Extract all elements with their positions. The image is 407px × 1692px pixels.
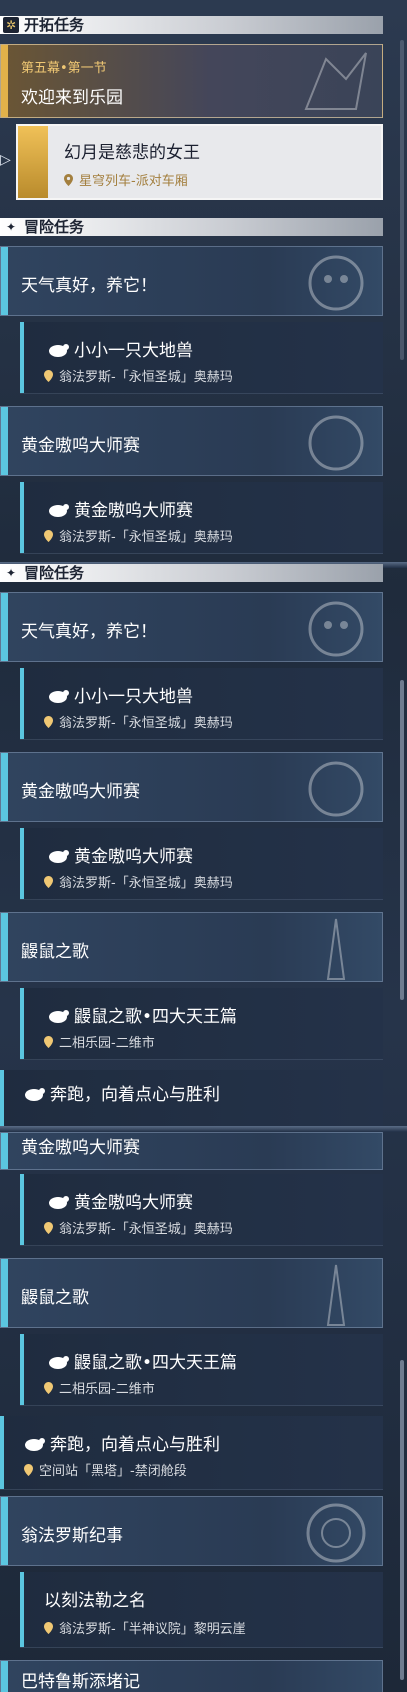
- subquest-location: 翁法罗斯-「永恒圣城」奥赫玛: [44, 366, 233, 385]
- subquest-location: 翁法罗斯-「永恒圣城」奥赫玛: [44, 1218, 233, 1237]
- location-pin-icon: [44, 1036, 53, 1048]
- bird-quest-icon: [49, 504, 69, 517]
- diamond-star-icon: ✦: [5, 220, 17, 234]
- subquest-location: 翁法罗斯-「永恒圣城」奥赫玛: [44, 872, 233, 891]
- location-pin-icon: [44, 876, 53, 888]
- quest-card-mole-song[interactable]: 鼹鼠之歌: [0, 1258, 383, 1328]
- subquest-mole-song[interactable]: 鼹鼠之歌•四大天王篇 二相乐园-二维市: [20, 988, 383, 1060]
- bird-quest-icon: [49, 1196, 69, 1209]
- subquest-title: 小小一只大地兽: [48, 336, 193, 361]
- location-pin-icon: [44, 1622, 53, 1634]
- subquest-title: 鼹鼠之歌•四大天王篇: [48, 1348, 237, 1373]
- subquest-location: 空间站「黑塔」-禁闭舱段: [24, 1460, 187, 1479]
- subquest-run-snacks[interactable]: 奔跑，向着点心与胜利: [0, 1070, 383, 1128]
- quest-card-partial[interactable]: 巴特鲁斯添堵记: [0, 1660, 383, 1692]
- bird-quest-icon: [25, 1088, 45, 1101]
- location-pin-icon: [44, 716, 53, 728]
- quest-card-amphoreus-chronicle[interactable]: 翁法罗斯纪事: [0, 1496, 383, 1566]
- scrollbar[interactable]: [400, 1360, 404, 1680]
- mascot-emblem-icon: [308, 255, 364, 311]
- quest-title: 黄金嗷呜大师赛: [21, 782, 140, 802]
- tower-emblem-icon: [326, 1264, 346, 1326]
- quest-title: 鼹鼠之歌: [21, 942, 89, 962]
- quest-title: 鼹鼠之歌: [21, 1288, 89, 1308]
- subquest-earth-beast[interactable]: 小小一只大地兽 翁法罗斯-「永恒圣城」奥赫玛: [20, 322, 383, 394]
- quest-title: 巴特鲁斯添堵记: [21, 1672, 140, 1692]
- quest-title: 黄金嗷呜大师赛: [21, 436, 140, 456]
- quest-title: 天气真好，养它！: [21, 276, 157, 296]
- adventure-section-header: ✦ 冒险任务: [0, 564, 383, 582]
- trailblaze-section-header: ✲ 开拓任务: [0, 16, 383, 34]
- subquest-location: 二相乐园-二维市: [44, 1378, 155, 1397]
- bird-quest-icon: [49, 1356, 69, 1369]
- subquest-location: 二相乐园-二维市: [44, 1032, 155, 1051]
- subquest-title: 黄金嗷呜大师赛: [48, 842, 193, 867]
- mascot-emblem-icon: [308, 601, 364, 657]
- quest-title: 翁法罗斯纪事: [21, 1526, 123, 1546]
- gold-badge-icon: [18, 126, 48, 198]
- quest-title: 黄金嗷呜大师赛: [21, 1138, 140, 1158]
- subquest-title: 黄金嗷呜大师赛: [48, 1188, 193, 1213]
- location-pin-icon: [64, 174, 73, 186]
- quest-card-mole-song[interactable]: 鼹鼠之歌: [0, 912, 383, 982]
- chapter-label: 第五幕•第一节: [21, 61, 107, 76]
- sun-emblem-icon: ✲: [3, 17, 19, 33]
- subquest-run-snacks[interactable]: 奔跑，向着点心与胜利 空间站「黑塔」-禁闭舱段: [0, 1416, 383, 1490]
- quest-card-golden-awoo-partial[interactable]: 黄金嗷呜大师赛: [0, 1132, 383, 1170]
- quest-title: 天气真好，养它！: [21, 622, 157, 642]
- quest-card-golden-awoo[interactable]: 黄金嗷呜大师赛: [0, 752, 383, 822]
- chapter-title: 欢迎来到乐园: [21, 88, 123, 108]
- scrollbar[interactable]: [400, 680, 404, 1000]
- diamond-star-icon: ✦: [5, 566, 17, 580]
- quest-card-weather[interactable]: 天气真好，养它！: [0, 592, 383, 662]
- tower-emblem-icon: [326, 918, 346, 980]
- round-emblem-icon: [306, 1503, 366, 1563]
- mech-emblem-icon: [304, 52, 367, 110]
- location-pin-icon: [44, 1382, 53, 1394]
- subquest-mole-song[interactable]: 鼹鼠之歌•四大天王篇 二相乐园-二维市: [20, 1334, 383, 1406]
- subquest-title: 奔跑，向着点心与胜利: [24, 1430, 220, 1455]
- location-pin-icon: [24, 1464, 33, 1476]
- location-pin-icon: [44, 530, 53, 542]
- scrollbar[interactable]: [400, 40, 404, 360]
- subquest-title: 小小一只大地兽: [48, 682, 193, 707]
- subquest-location: 翁法罗斯-「永恒圣城」奥赫玛: [44, 712, 233, 731]
- subquest-location: 翁法罗斯-「半神议院」黎明云崖: [44, 1618, 246, 1637]
- subquest-title: 以刻法勒之名: [44, 1591, 146, 1611]
- subquest-earth-beast[interactable]: 小小一只大地兽 翁法罗斯-「永恒圣城」奥赫玛: [20, 668, 383, 740]
- subquest-golden-awoo[interactable]: 黄金嗷呜大师赛 翁法罗斯-「永恒圣城」奥赫玛: [20, 482, 383, 554]
- quest-card-weather[interactable]: 天气真好，养它！: [0, 246, 383, 316]
- selected-trailblaze-subquest[interactable]: 幻月是慈悲的女王 星穹列车-派对车厢: [16, 124, 383, 200]
- subquest-title: 黄金嗷呜大师赛: [48, 496, 193, 521]
- mascot-emblem-icon: [308, 415, 364, 471]
- bird-quest-icon: [49, 1010, 69, 1023]
- bird-quest-icon: [49, 850, 69, 863]
- adventure-section-header: ✦ 冒险任务: [0, 218, 383, 236]
- bird-quest-icon: [49, 344, 69, 357]
- subquest-title: 幻月是慈悲的女王: [64, 143, 200, 163]
- subquest-title: 奔跑，向着点心与胜利: [24, 1080, 220, 1105]
- subquest-golden-awoo[interactable]: 黄金嗷呜大师赛 翁法罗斯-「永恒圣城」奥赫玛: [20, 828, 383, 900]
- trailblaze-quest-card[interactable]: 第五幕•第一节 欢迎来到乐园: [0, 44, 383, 118]
- subquest-location: 星穹列车-派对车厢: [64, 170, 188, 189]
- subquest-title: 鼹鼠之歌•四大天王篇: [48, 1002, 237, 1027]
- subquest-golden-awoo[interactable]: 黄金嗷呜大师赛 翁法罗斯-「永恒圣城」奥赫玛: [20, 1174, 383, 1246]
- bird-quest-icon: [49, 690, 69, 703]
- subquest-kephale[interactable]: 以刻法勒之名 翁法罗斯-「半神议院」黎明云崖: [20, 1572, 383, 1648]
- bird-quest-icon: [25, 1438, 45, 1451]
- location-pin-icon: [44, 1222, 53, 1234]
- quest-card-golden-awoo[interactable]: 黄金嗷呜大师赛: [0, 406, 383, 476]
- mascot-emblem-icon: [308, 761, 364, 817]
- subquest-location: 翁法罗斯-「永恒圣城」奥赫玛: [44, 526, 233, 545]
- selected-arrow-icon: ▷: [0, 152, 11, 168]
- location-pin-icon: [44, 370, 53, 382]
